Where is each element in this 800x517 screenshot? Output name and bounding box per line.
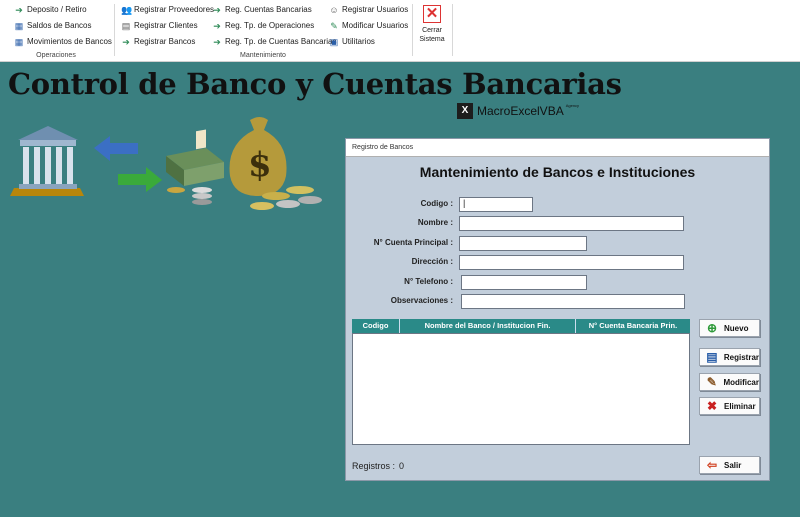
table-icon: ▦	[14, 21, 24, 31]
cash-stack-icon	[166, 129, 224, 186]
registros-count: 0	[399, 461, 405, 471]
save-icon: ▤	[706, 350, 718, 364]
bank-money-illustration: $	[10, 117, 322, 210]
deposito-retiro-button[interactable]: ➔ Deposito / Retiro	[14, 4, 86, 16]
edit-icon: ✎	[706, 375, 717, 389]
money-bag-icon: $	[229, 117, 322, 210]
registro-de-bancos-window: Registro de Bancos Mantenimiento de Banc…	[345, 138, 770, 481]
telefono-input[interactable]	[461, 275, 587, 290]
eliminar-button[interactable]: ✖ Eliminar	[699, 397, 760, 415]
codigo-label: Codigo :	[420, 199, 453, 208]
movimientos-de-bancos-button[interactable]: ▦ Movimientos de Bancos	[14, 36, 112, 48]
nombre-label: Nombre :	[417, 218, 453, 227]
arrow-right-icon: ➔	[213, 5, 221, 15]
direccion-input[interactable]	[459, 255, 684, 270]
direccion-label: Dirección :	[411, 257, 453, 266]
codigo-input[interactable]: |	[459, 197, 533, 212]
column-header-cuenta[interactable]: N° Cuenta Bancaria Prin.	[576, 319, 690, 333]
bancos-list[interactable]	[352, 333, 690, 445]
telefono-label: N° Telefono :	[404, 277, 453, 286]
window-titlebar: Registro de Bancos	[346, 139, 769, 157]
users-edit-icon: ✎	[330, 21, 338, 31]
ribbon-group-mantenimiento: 👥 Registrar Proveedores ▤ Registrar Clie…	[116, 0, 410, 62]
bancos-list-header: Codigo Nombre del Banco / Institucion Fi…	[352, 319, 690, 333]
salir-button[interactable]: ⇦ Salir	[699, 456, 760, 474]
group-title-operaciones: Operaciones	[36, 52, 76, 59]
form-heading: Mantenimiento de Bancos e Instituciones	[419, 164, 696, 180]
registrar-button[interactable]: ▤ Registrar	[699, 348, 760, 366]
arrow-right-icon: ➔	[213, 21, 221, 31]
brand-logo: X MacroExcelVBA Agency	[457, 103, 579, 119]
excel-logo-icon: X	[457, 103, 473, 119]
registrar-proveedores-button[interactable]: 👥 Registrar Proveedores	[121, 4, 214, 16]
close-icon: ✕	[423, 5, 441, 23]
add-icon: ⊕	[706, 321, 718, 335]
observaciones-label: Observaciones :	[390, 296, 453, 305]
clipboard-icon: ▤	[121, 21, 131, 31]
reg-tp-cuentas-bancarias-button[interactable]: ➔ Reg. Tp. de Cuentas Bancarias	[212, 36, 336, 48]
delete-icon: ✖	[706, 399, 718, 413]
nombre-input[interactable]	[459, 216, 684, 231]
saldos-de-bancos-button[interactable]: ▦ Saldos de Bancos	[14, 20, 92, 32]
transfer-arrows-icon	[94, 136, 162, 192]
ribbon-group-operaciones: ➔ Deposito / Retiro ▦ Saldos de Bancos ▦…	[0, 0, 112, 62]
registros-label: Registros :	[352, 461, 396, 471]
ribbon-separator	[114, 4, 115, 56]
svg-text:$: $	[248, 145, 272, 185]
arrow-right-icon: ➔	[15, 5, 23, 15]
user-icon: ☺	[329, 5, 339, 15]
bank-building-icon	[10, 126, 84, 196]
ribbon-separator	[412, 4, 413, 56]
registrar-clientes-button[interactable]: ▤ Registrar Clientes	[121, 20, 198, 32]
column-header-codigo[interactable]: Codigo	[352, 319, 400, 333]
ribbon-separator	[452, 4, 453, 56]
table-icon: ▦	[14, 37, 24, 47]
page-title: Control de Banco y Cuentas Bancarias	[8, 67, 622, 101]
arrow-right-icon: ➔	[122, 37, 130, 47]
modificar-usuarios-button[interactable]: ✎ Modificar Usuarios	[329, 20, 408, 32]
users-icon: 👥	[121, 5, 133, 15]
cerrar-sistema-button[interactable]: ✕ Cerrar Sistema	[416, 3, 448, 49]
coins-icon	[167, 187, 212, 205]
ribbon-toolbar: ➔ Deposito / Retiro ▦ Saldos de Bancos ▦…	[0, 0, 800, 62]
reg-tp-operaciones-button[interactable]: ➔ Reg. Tp. de Operaciones	[212, 20, 314, 32]
modificar-button[interactable]: ✎ Modificar	[699, 373, 760, 391]
reg-cuentas-bancarias-button[interactable]: ➔ Reg. Cuentas Bancarias	[212, 4, 312, 16]
registrar-usuarios-button[interactable]: ☺ Registrar Usuarios	[329, 4, 408, 16]
group-title-mantenimiento: Mantenimiento	[240, 52, 286, 59]
observaciones-input[interactable]	[461, 294, 685, 309]
registrar-bancos-button[interactable]: ➔ Registrar Bancos	[121, 36, 195, 48]
column-header-nombre[interactable]: Nombre del Banco / Institucion Fin.	[400, 319, 576, 333]
folder-icon: ▣	[329, 37, 339, 47]
arrow-right-icon: ➔	[213, 37, 221, 47]
cuenta-principal-input[interactable]	[459, 236, 587, 251]
utilitarios-button[interactable]: ▣ Utilitarios	[329, 36, 375, 48]
exit-icon: ⇦	[706, 458, 718, 472]
cuenta-principal-label: N° Cuenta Principal :	[373, 238, 453, 247]
nuevo-button[interactable]: ⊕ Nuevo	[699, 319, 760, 337]
